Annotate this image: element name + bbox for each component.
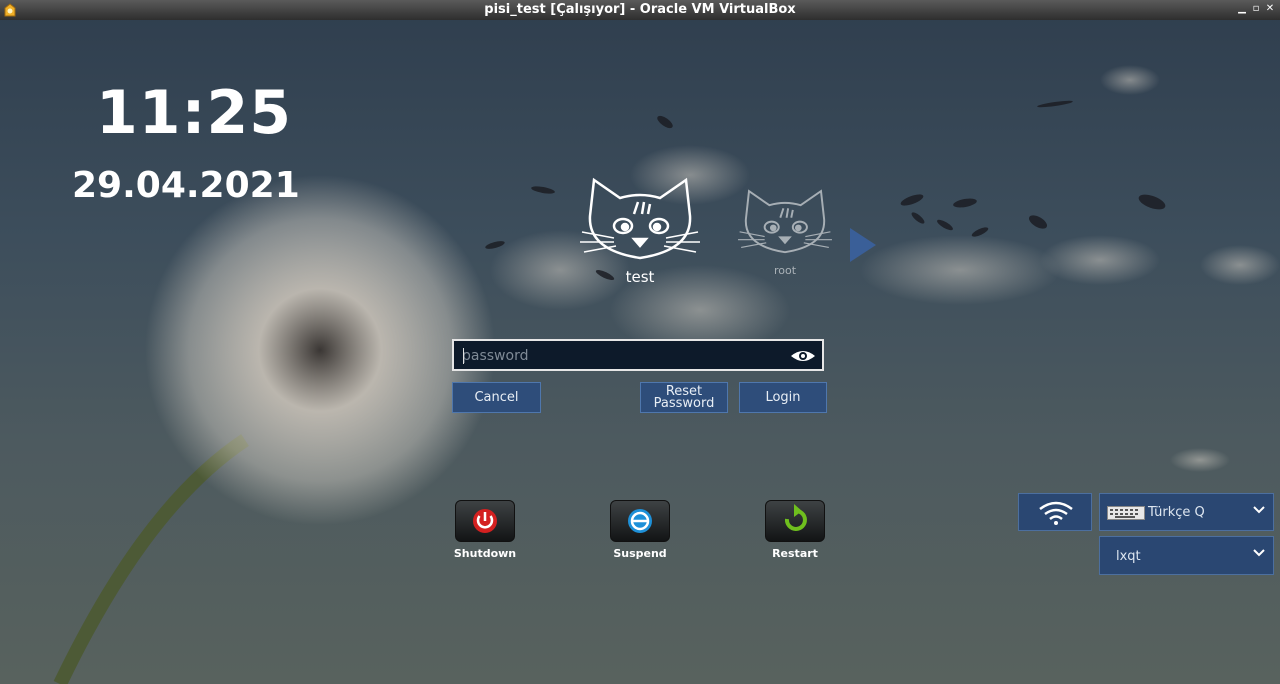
suspend-icon xyxy=(628,509,652,533)
wifi-icon xyxy=(1039,501,1073,525)
login-button[interactable]: Login xyxy=(739,382,827,413)
restart-icon xyxy=(784,504,807,531)
minimize-icon[interactable]: ▁ xyxy=(1236,3,1248,14)
network-button[interactable] xyxy=(1018,493,1092,531)
close-icon[interactable]: ✕ xyxy=(1264,3,1276,14)
shutdown-button[interactable]: Shutdown xyxy=(445,500,525,560)
reset-password-button[interactable]: Reset Password xyxy=(640,382,728,413)
keyboard-layout-select[interactable]: Türkçe Q xyxy=(1099,493,1274,531)
window-title: pisi_test [Çalışıyor] - Oracle VM Virtua… xyxy=(484,2,796,17)
login-screen: 11:25 29.04.2021 test root Cancel Reset … xyxy=(0,20,1280,684)
user-name-test: test xyxy=(625,268,655,286)
keyboard-layout-value: Türkçe Q xyxy=(1148,505,1205,520)
cat-avatar-icon xyxy=(580,177,700,260)
user-root[interactable]: root xyxy=(738,188,832,277)
cancel-button[interactable]: Cancel xyxy=(452,382,541,413)
session-select[interactable]: lxqt xyxy=(1099,536,1274,575)
next-user-arrow-icon[interactable] xyxy=(850,228,876,262)
window-titlebar: pisi_test [Çalışıyor] - Oracle VM Virtua… xyxy=(0,0,1280,20)
password-input[interactable] xyxy=(462,345,782,367)
restart-button-face xyxy=(765,500,825,542)
restart-button[interactable]: Restart xyxy=(755,500,835,560)
user-name-root: root xyxy=(773,264,797,277)
clock-time: 11:25 xyxy=(96,78,292,148)
restore-icon[interactable]: ▫ xyxy=(1250,3,1262,14)
password-field[interactable] xyxy=(452,339,824,371)
session-value: lxqt xyxy=(1116,549,1141,564)
keyboard-icon xyxy=(1107,506,1145,520)
suspend-button-face xyxy=(610,500,670,542)
suspend-label: Suspend xyxy=(613,547,667,560)
user-test[interactable]: test xyxy=(580,176,700,286)
show-password-eye-icon[interactable] xyxy=(790,347,816,365)
shutdown-label: Shutdown xyxy=(453,547,517,560)
cat-avatar-icon xyxy=(738,189,832,254)
chevron-down-icon xyxy=(1253,506,1265,514)
shutdown-button-face xyxy=(455,500,515,542)
chevron-down-icon xyxy=(1253,549,1265,557)
reset-password-label-line2: Password xyxy=(653,395,715,411)
clock-date: 29.04.2021 xyxy=(72,165,300,206)
suspend-button[interactable]: Suspend xyxy=(600,500,680,560)
restart-label: Restart xyxy=(772,547,818,560)
text-caret xyxy=(463,348,464,364)
power-icon xyxy=(473,509,497,533)
